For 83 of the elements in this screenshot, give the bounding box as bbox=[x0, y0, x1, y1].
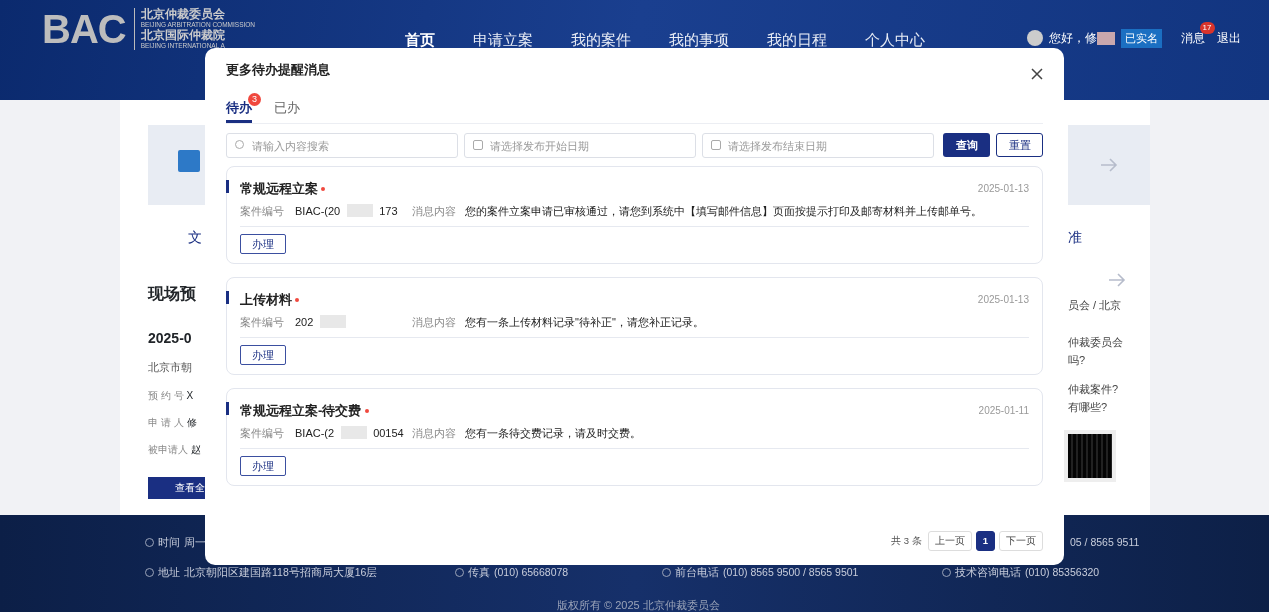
tile-label: 文 bbox=[188, 228, 203, 247]
dialog-title: 更多待办提醒消息 bbox=[226, 61, 330, 79]
verified-badge: 已实名 bbox=[1120, 29, 1162, 48]
case-number-text: BIAC-(20 bbox=[295, 203, 341, 219]
footer-text: 05 / 8565 9511 bbox=[1070, 535, 1140, 550]
case-number-text: 202 bbox=[295, 314, 314, 330]
footer-text: 周一 bbox=[184, 535, 206, 550]
arrow-icon bbox=[1100, 158, 1118, 172]
field-value: 修 bbox=[186, 415, 197, 430]
case-number-text: 00154 bbox=[373, 425, 404, 441]
handle-button[interactable]: 办理 bbox=[240, 234, 286, 254]
footer-text: (010) 8565 9500 / 8565 9501 bbox=[723, 564, 859, 580]
start-date-field[interactable]: 请选择发布开始日期 bbox=[464, 133, 697, 158]
footer-label: 技术咨询电话 bbox=[955, 564, 1021, 580]
nav-link-item[interactable]: 个人中心 bbox=[865, 29, 926, 52]
logo-text: BAC bbox=[42, 9, 126, 49]
case-number-text: 173 bbox=[379, 203, 398, 219]
total-count-text: 共 3 条 bbox=[891, 533, 922, 548]
query-button[interactable]: 查询 bbox=[943, 133, 991, 157]
field-label: 案件编号 bbox=[240, 314, 284, 330]
footer-label: 时间 bbox=[158, 535, 180, 550]
view-all-button[interactable]: 查看全 bbox=[148, 476, 205, 499]
appointment-place: 北京市朝 bbox=[148, 360, 193, 375]
card-title: 常规远程立案-待交费 bbox=[240, 402, 362, 420]
footer-text: (010) 65668078 bbox=[494, 564, 569, 580]
field-value: X bbox=[186, 388, 194, 403]
section-title: 现场预 bbox=[148, 284, 197, 304]
card-date: 2025-01-13 bbox=[977, 293, 1029, 308]
field-label: 消息内容 bbox=[412, 203, 456, 219]
footer-text: (010) 85356320 bbox=[1025, 564, 1100, 580]
field-label: 案件编号 bbox=[240, 203, 284, 219]
previous-page-button[interactable]: 上一页 bbox=[927, 531, 972, 551]
message-text: 您有一条上传材料记录"待补正"，请您补正记录。 bbox=[465, 314, 704, 330]
arrow-icon bbox=[1108, 273, 1126, 287]
field-label: 预 约 号 bbox=[148, 388, 184, 403]
institute-name: 北京国际仲裁院 bbox=[140, 29, 226, 42]
faq-text: 仲裁委员会 bbox=[1068, 334, 1124, 350]
handle-button[interactable]: 办理 bbox=[240, 345, 286, 365]
search-field[interactable]: 请输入内容搜索 bbox=[226, 133, 458, 158]
faq-text: 有哪些? bbox=[1068, 400, 1109, 415]
footer-label: 地址 bbox=[158, 564, 180, 580]
field-label: 案件编号 bbox=[240, 425, 284, 441]
card-date: 2025-01-11 bbox=[978, 404, 1029, 419]
footer-label: 传真 bbox=[468, 564, 490, 580]
card-title: 上传材料 bbox=[240, 291, 292, 309]
appointment-date: 2025-0 bbox=[148, 329, 193, 348]
footer-label: 前台电话 bbox=[675, 564, 719, 580]
field-label: 被申请人 bbox=[148, 442, 188, 457]
faq-text: 仲裁案件? bbox=[1068, 381, 1120, 397]
nav-link-item[interactable]: 首页 bbox=[405, 29, 436, 52]
nav-link-item[interactable]: 我的日程 bbox=[767, 29, 828, 52]
avatar-icon bbox=[1026, 30, 1043, 47]
redacted-block bbox=[1096, 31, 1115, 45]
faq-text: 员会 / 北京 bbox=[1068, 298, 1123, 313]
tab[interactable]: 已办 bbox=[274, 97, 300, 123]
count-badge: 3 bbox=[248, 92, 261, 106]
message-text: 您的案件立案申请已审核通过，请您到系统中【填写邮件信息】页面按提示打印及邮寄材料并上传邮单号。 bbox=[465, 203, 982, 219]
greeting-text: 您好，修 bbox=[1048, 30, 1097, 48]
accent-bar bbox=[226, 180, 229, 193]
card-date: 2025-01-13 bbox=[977, 182, 1029, 197]
field-label: 消息内容 bbox=[412, 425, 456, 441]
tile-label: 准 bbox=[1068, 228, 1083, 247]
reset-button[interactable]: 重置 bbox=[996, 133, 1043, 157]
faq-text: 吗? bbox=[1068, 353, 1087, 368]
field-label: 申 请 人 bbox=[148, 415, 184, 430]
footer-text: 北京朝阳区建国路118号招商局大厦16层 bbox=[184, 564, 378, 580]
page-number-button[interactable]: 1 bbox=[975, 531, 995, 551]
message-text: 您有一条待交费记录，请及时交费。 bbox=[465, 425, 641, 441]
org-name: 北京仲裁委员会 bbox=[140, 8, 226, 21]
handle-button[interactable]: 办理 bbox=[240, 456, 286, 476]
field-value: 赵 bbox=[191, 442, 201, 457]
case-number-text: BIAC-(2 bbox=[295, 425, 335, 441]
nav-link-item[interactable]: 我的案件 bbox=[571, 29, 632, 52]
accent-bar bbox=[226, 291, 229, 304]
logout-link[interactable]: 退出 bbox=[1217, 29, 1241, 48]
card-title: 常规远程立案 bbox=[240, 180, 318, 198]
nav-link-item[interactable]: 我的事项 bbox=[669, 29, 730, 52]
field-label: 消息内容 bbox=[412, 314, 456, 330]
nav-link-item[interactable]: 申请立案 bbox=[473, 29, 534, 52]
accent-bar bbox=[226, 402, 229, 415]
end-date-field[interactable]: 请选择发布结束日期 bbox=[702, 133, 935, 158]
copyright-text: 版权所有 © 2025 北京仲裁委员会 bbox=[557, 597, 721, 612]
next-page-button[interactable]: 下一页 bbox=[999, 531, 1043, 551]
